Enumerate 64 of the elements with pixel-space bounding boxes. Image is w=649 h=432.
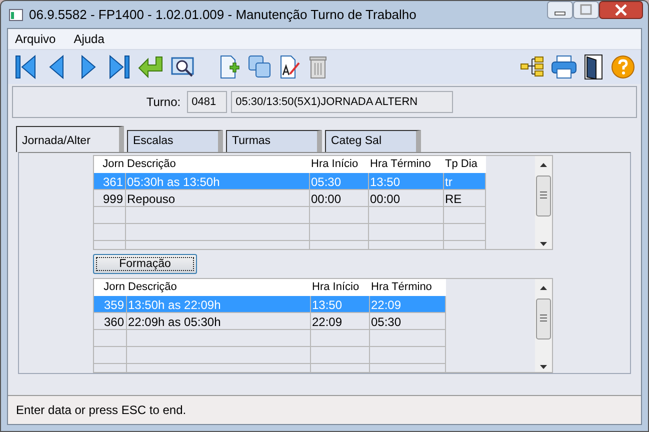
column-header[interactable]: Hra Término (369, 156, 444, 173)
tab[interactable]: Categ Sal (325, 130, 421, 152)
empty-cell (444, 224, 486, 241)
copy-icon[interactable] (248, 55, 272, 79)
printer-icon[interactable] (551, 55, 577, 79)
column-header[interactable]: Hra Início (310, 156, 369, 173)
table-row[interactable]: 360 22:09h as 05:30h 22:09 05:30 (94, 312, 446, 330)
edit-document-icon[interactable] (279, 55, 301, 79)
menu-item[interactable]: Arquivo (15, 32, 56, 46)
empty-cell (310, 207, 369, 224)
formacao-button[interactable]: Formação (93, 254, 197, 274)
table-cell: 999 (94, 190, 126, 207)
empty-cell (444, 207, 486, 224)
column-header[interactable]: Hra Início (311, 278, 370, 296)
window-title: 06.9.5582 - FP1400 - 1.02.01.009 - Manutenção Turno de Trabalho (29, 7, 416, 22)
column-header[interactable]: Descrição (127, 278, 311, 296)
tab[interactable]: Turmas (226, 130, 322, 152)
turno-code-field[interactable]: 0481 (186, 91, 227, 113)
last-record-icon[interactable] (107, 54, 131, 80)
close-button[interactable] (599, 1, 643, 19)
tab[interactable]: Jornada/Alter (16, 126, 124, 152)
table-cell: 13:50h as 22:09h (127, 296, 311, 313)
help-icon[interactable] (611, 55, 635, 79)
column-header[interactable]: Descrição (126, 156, 310, 173)
table-cell: 05:30 (370, 312, 446, 330)
trash-icon[interactable] (308, 55, 328, 79)
table-cell: 05:30 (310, 173, 369, 190)
column-header[interactable]: Tp Dia (444, 156, 486, 173)
table-cell: 360 (94, 312, 127, 330)
minimize-button[interactable] (547, 1, 573, 19)
table-cell: 13:50 (311, 296, 370, 313)
search-icon[interactable] (171, 56, 195, 78)
table-cell: 00:00 (310, 190, 369, 207)
empty-cell (310, 224, 369, 241)
scrollbar[interactable] (535, 278, 552, 372)
empty-cell (311, 330, 370, 347)
table-cell: 05:30h as 13:50h (126, 173, 310, 190)
tab[interactable]: Escalas (127, 130, 223, 152)
column-header[interactable]: Hra Término (370, 278, 446, 296)
app-icon (9, 8, 23, 20)
new-document-icon[interactable] (219, 55, 241, 79)
enter-arrow-icon[interactable] (138, 56, 164, 78)
turno-label: Turno: (146, 95, 181, 109)
tree-icon[interactable] (520, 56, 544, 78)
table-cell: Repouso (126, 190, 310, 207)
scrollbar[interactable] (535, 156, 552, 250)
table-cell: 359 (94, 296, 127, 313)
table-cell: tr (444, 173, 486, 190)
table-cell: RE (444, 190, 486, 207)
table-cell: 22:09h as 05:30h (127, 312, 311, 330)
table-cell: 00:00 (369, 190, 444, 207)
first-record-icon[interactable] (14, 54, 38, 80)
table-cell: 13:50 (369, 173, 444, 190)
table-cell: 22:09 (370, 296, 446, 313)
column-header[interactable]: Jorn (94, 156, 126, 173)
table-cell: 22:09 (311, 312, 370, 330)
turno-description-field[interactable]: 05:30/13:50(5X1)JORNADA ALTERN (230, 91, 453, 113)
empty-cell (311, 346, 370, 364)
table-cell: 361 (94, 173, 126, 190)
door-icon[interactable] (584, 54, 604, 80)
column-header[interactable]: Jorn (94, 278, 127, 296)
table-row[interactable]: 999 Repouso 00:00 00:00 RE (94, 190, 486, 207)
status-text: Enter data or press ESC to end. (16, 403, 186, 417)
menu-item[interactable]: Ajuda (74, 32, 104, 46)
